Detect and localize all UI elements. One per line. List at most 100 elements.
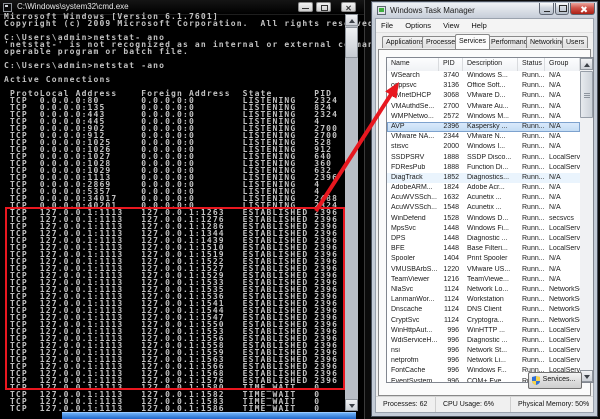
menu-file[interactable]: File xyxy=(376,19,398,30)
service-cell: N/A xyxy=(549,204,561,212)
service-cell: Runn... xyxy=(522,184,545,192)
service-cell: Network Lo... xyxy=(467,285,509,293)
service-row[interactable]: nsi 996 Network St... Runn... LocalService xyxy=(387,346,580,356)
service-row[interactable]: TeamViewer 1216 TeamViewe... Runn... N/A xyxy=(387,275,580,285)
service-cell: WdiServiceH... xyxy=(391,336,438,344)
service-row[interactable]: AVP 2396 Kaspersky ... Runn... N/A xyxy=(387,121,580,133)
service-cell: Runn... xyxy=(522,347,545,355)
service-row[interactable]: stisvc 2000 Windows I... Runn... N/A xyxy=(387,142,580,152)
service-cell: 996 xyxy=(447,367,459,375)
service-cell: osppsvc xyxy=(391,82,417,90)
service-row[interactable]: DPS 1448 Diagnostic ... Runn... LocalServic.… xyxy=(387,234,580,244)
service-row[interactable]: Spooler 1404 Print Spooler Runn... N/A xyxy=(387,254,580,264)
tab-services[interactable]: Services xyxy=(455,34,490,49)
column-header-name[interactable]: Name xyxy=(387,58,439,71)
service-row[interactable]: DiagTrack 1852 Diagnostics... Runn... N/A xyxy=(387,172,580,184)
service-row[interactable]: AcuWVSSch... 1548 Acunetix ... Runn... N/A xyxy=(387,203,580,213)
column-header-description[interactable]: Description xyxy=(463,58,518,71)
service-cell: VMUSBArbS... xyxy=(391,265,438,273)
service-row[interactable]: VMware NA... 2344 VMware N... Runn... N/A xyxy=(387,132,580,142)
service-cell: N/A xyxy=(549,143,561,151)
service-row[interactable]: WMPNetwo... 2572 Windows M... Runn... N/A xyxy=(387,112,580,122)
service-row[interactable]: CryptSvc 1124 Cryptogra... Runn... NetworkSe… xyxy=(387,316,580,326)
service-row[interactable]: VMAuthdSe... 2700 VMware Au... Runn... N/A xyxy=(387,102,580,112)
service-row[interactable]: Dnscache 1124 DNS Client Runn... NetworkSe..… xyxy=(387,305,580,315)
service-cell: Runn... xyxy=(522,133,545,141)
service-row[interactable]: NlaSvc 1124 Network Lo... Runn... NetworkSe.… xyxy=(387,285,580,295)
service-cell: Runn... xyxy=(522,224,545,232)
service-cell: AVP xyxy=(391,122,405,130)
column-header-group[interactable]: Group xyxy=(545,58,580,71)
service-cell: Kaspersky ... xyxy=(467,122,508,130)
service-row[interactable]: FDResPub 1888 Function Di... Runn... LocalSe… xyxy=(387,163,580,173)
menu-view[interactable]: View xyxy=(438,19,464,30)
maximize-button[interactable] xyxy=(555,3,569,15)
cmd-vertical-scrollbar[interactable] xyxy=(345,14,358,411)
close-icon[interactable] xyxy=(570,3,595,15)
service-cell: NetworkSe... xyxy=(549,296,580,304)
service-row[interactable]: osppsvc 3136 Office Soft... Runn... N/A xyxy=(387,81,580,91)
task-manager-client-area: File Options View Help Applications Proc… xyxy=(375,18,594,413)
close-icon[interactable] xyxy=(341,2,356,12)
service-cell: SSDPSRV xyxy=(391,153,425,161)
service-cell: Diagnostics... xyxy=(467,173,510,181)
service-cell: Runn... xyxy=(522,316,545,324)
service-cell: Windows F... xyxy=(467,367,507,375)
service-row[interactable]: SSDPSRV 1888 SSDP Disco... Runn... LocalServ… xyxy=(387,153,580,163)
service-cell: LocalServic... xyxy=(549,224,580,232)
scroll-up-icon[interactable] xyxy=(580,58,593,70)
service-row[interactable]: BFE 1448 Base Filteri... Runn... LocalServic… xyxy=(387,244,580,254)
column-header-pid[interactable]: PID xyxy=(439,58,463,71)
service-row[interactable]: LanmanWor... 1124 Workstation Runn... Networ… xyxy=(387,295,580,305)
scroll-down-icon[interactable] xyxy=(345,399,358,411)
scrollbar-thumb[interactable] xyxy=(580,71,593,118)
services-tab-page: Name PID Description Status Group WSearc… xyxy=(378,49,594,396)
service-row[interactable]: VMUSBArbS... 1220 VMware US... Runn... N/A xyxy=(387,265,580,275)
service-row[interactable]: WdiServiceH... 996 Diagnostic ... Runn... Lo… xyxy=(387,336,580,346)
service-cell: 1448 xyxy=(443,245,459,253)
service-cell: Runn... xyxy=(522,143,545,151)
service-cell: 1124 xyxy=(443,306,459,314)
service-row[interactable]: AcuWVSSch... 1632 Acunetix ... Runn... N/A xyxy=(387,193,580,203)
service-cell: LocalService xyxy=(549,347,580,355)
restore-button[interactable] xyxy=(316,2,331,12)
scroll-up-icon[interactable] xyxy=(345,14,358,26)
service-row[interactable]: VMnetDHCP 3068 VMware D... Runn... N/A xyxy=(387,91,580,101)
minimize-button[interactable] xyxy=(298,2,313,12)
service-cell: 1404 xyxy=(443,255,459,263)
scrollbar-thumb[interactable] xyxy=(345,27,358,58)
service-cell: WMPNetwo... xyxy=(391,112,434,120)
minimize-button[interactable] xyxy=(539,3,554,15)
service-cell: Runn... xyxy=(522,285,545,293)
column-header-status[interactable]: Status xyxy=(518,58,545,71)
service-cell: VMnetDHCP xyxy=(391,92,432,100)
service-cell: 1124 xyxy=(443,285,459,293)
service-cell: Spooler xyxy=(391,255,416,263)
menu-help[interactable]: Help xyxy=(466,19,491,30)
service-cell: Runn... xyxy=(522,357,545,365)
service-cell: VMAuthdSe... xyxy=(391,102,435,110)
service-cell: NetworkSe... xyxy=(549,285,580,293)
tab-applications[interactable]: Applications xyxy=(382,36,428,48)
task-manager-titlebar[interactable]: Windows Task Manager xyxy=(373,3,596,18)
service-row[interactable]: AdobeARM... 1824 Adobe Acr... Runn... N/A xyxy=(387,183,580,193)
service-cell: 996 xyxy=(447,336,459,344)
cmd-horizontal-scrollbar[interactable] xyxy=(62,412,356,419)
service-row[interactable]: WinHttpAut... 996 WinHTTP ... Runn... LocalS… xyxy=(387,326,580,336)
service-cell: N/A xyxy=(549,265,561,273)
service-cell: Runn... xyxy=(522,92,545,100)
service-cell: Diagnostic ... xyxy=(467,235,508,242)
service-row[interactable]: netprofm 996 Network Li... Runn... LocalServ… xyxy=(387,356,580,366)
service-row[interactable]: WinDefend 1528 Windows D... Runn... secsvcs xyxy=(387,214,580,224)
services-vertical-scrollbar[interactable] xyxy=(580,58,593,382)
service-row[interactable]: MpsSvc 1448 Windows Fi... Runn... LocalServi… xyxy=(387,224,580,234)
service-cell: 1216 xyxy=(443,275,459,283)
service-cell: 3136 xyxy=(443,82,459,90)
services-button[interactable]: Services... xyxy=(528,372,582,389)
service-cell: Runn... xyxy=(522,214,545,222)
service-cell: Runn... xyxy=(522,245,545,253)
service-cell: Function Di... xyxy=(467,163,509,171)
tab-users[interactable]: Users xyxy=(562,36,589,48)
menu-options[interactable]: Options xyxy=(400,19,436,30)
service-row[interactable]: WSearch 3740 Windows S... Runn... N/A xyxy=(387,71,580,81)
